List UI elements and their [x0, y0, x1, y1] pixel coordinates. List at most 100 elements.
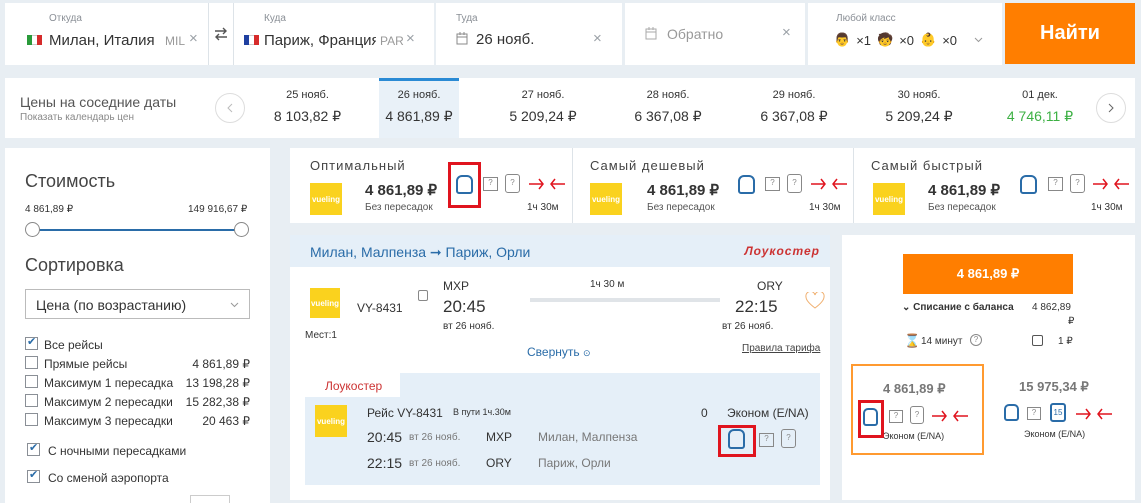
dates-next-button[interactable]: [1096, 93, 1126, 123]
fare-rules-link[interactable]: Правила тарифа: [742, 343, 820, 354]
help-icon[interactable]: ?: [970, 334, 982, 346]
refund-exchange-icon: [1093, 178, 1129, 190]
card-price: 4 861,89 ₽: [928, 182, 1001, 199]
collapse-label: Свернуть: [527, 345, 580, 359]
hidden-input-edge[interactable]: [190, 495, 230, 503]
price-slider-max-handle[interactable]: [234, 222, 249, 237]
suitcase-icon: ?: [505, 174, 520, 193]
search-button[interactable]: Найти: [1005, 3, 1135, 64]
date-price: 8 103,82 ₽: [273, 108, 342, 124]
passengers-class-field[interactable]: Любой класс 👨 ×1 🧒 ×0 👶 ×0: [808, 3, 1002, 65]
filter-option-3stops[interactable]: Максимум 3 пересадки 20 463 ₽: [25, 413, 250, 430]
fare-class: Эконом (E/NA): [1024, 429, 1086, 439]
heart-icon[interactable]: [805, 292, 825, 310]
sort-select[interactable]: Цена (по возрастанию): [25, 289, 250, 319]
date-item[interactable]: 29 нояб. 6 367,08 ₽: [734, 78, 854, 138]
checkbox[interactable]: [27, 441, 40, 456]
fare-class: Эконом (E/NA): [883, 431, 945, 441]
filter-option-1stop[interactable]: Максимум 1 пересадка 13 198,28 ₽: [25, 375, 250, 392]
flight-detail-panel: Лоукостер vueling Рейс VY-8431 В пути 1ч…: [305, 373, 820, 485]
date-label: 29 нояб.: [772, 89, 816, 101]
date-item-selected[interactable]: 26 нояб. 4 861,89 ₽: [379, 78, 459, 138]
option-price: 4 861,89 ₽: [192, 357, 250, 371]
wallet-icon: [1032, 335, 1043, 346]
suitcase-icon: ?: [1070, 174, 1085, 193]
filter-airport-change[interactable]: Со сменой аэропорта: [27, 468, 252, 487]
date-item[interactable]: 01 дек. 4 746,11 ₽: [985, 78, 1095, 138]
flight-duration: 1ч 30 м: [590, 279, 625, 290]
clear-from-icon[interactable]: ×: [189, 30, 198, 47]
checkbox[interactable]: [27, 468, 40, 483]
from-value: Милан, Италия: [49, 32, 155, 49]
backpack-icon: [728, 429, 745, 449]
option-price: 15 282,38 ₽: [185, 395, 250, 409]
card-price: 4 861,89 ₽: [365, 182, 438, 199]
summary-card-cheapest[interactable]: Самый дешевый vueling 4 861,89 ₽ Без пер…: [572, 148, 852, 223]
nearby-dates-title: Цены на соседние даты: [20, 94, 177, 110]
seg-dep-code: MXP: [486, 430, 513, 444]
seg-dep-time: 20:45: [367, 429, 403, 445]
summary-card-optimal[interactable]: Оптимальный vueling 4 861,89 ₽ Без перес…: [290, 148, 570, 223]
clear-to-icon[interactable]: ×: [406, 30, 415, 47]
checkbox[interactable]: [25, 335, 38, 350]
clear-depart-icon[interactable]: ×: [593, 30, 602, 47]
backpack-icon: [456, 175, 473, 194]
passenger-counts: 👨 ×1 🧒 ×0 👶 ×0: [834, 32, 957, 48]
date-item[interactable]: 30 нояб. 5 209,24 ₽: [859, 78, 979, 138]
detail-duration: В пути 1ч.30м: [453, 407, 511, 417]
collapse-link[interactable]: Свернуть ⊙: [527, 345, 591, 359]
to-value: Париж, Франция: [264, 32, 376, 49]
hand-luggage-icon: ?: [765, 177, 780, 191]
seg-dep-city: Милан, Малпенза: [538, 430, 638, 444]
card-duration: 1ч 30м: [527, 202, 559, 213]
balance-row[interactable]: ⌄ Списание с баланса: [902, 302, 1014, 313]
filter-option-all[interactable]: Все рейсы: [25, 335, 250, 354]
sort-value: Цена (по возрастанию): [36, 297, 187, 313]
depart-date-field[interactable]: Туда 26 нояб. ×: [436, 3, 622, 65]
search-to-field[interactable]: Куда Париж, Франция PAR ×: [234, 3, 434, 65]
fare-option-selected[interactable]: 4 861,89 ₽ ? ? Эконом (E/NA): [851, 364, 984, 455]
date-item[interactable]: 25 нояб. 8 103,82 ₽: [245, 78, 370, 138]
route-title: Милан, Малпенза ➞ Париж, Орли: [310, 244, 531, 260]
filter-option-2stops[interactable]: Максимум 2 пересадки 15 282,38 ₽: [25, 394, 250, 411]
chevron-up-icon: ⊙: [582, 348, 591, 358]
dates-prev-button[interactable]: [215, 93, 245, 123]
date-item[interactable]: 27 нояб. 5 209,24 ₽: [483, 78, 603, 138]
card-stops: Без пересадок: [365, 202, 433, 213]
price-calendar-link[interactable]: Показать календарь цен: [20, 112, 134, 123]
fare-option[interactable]: 15 975,34 ₽ ? 15 Эконом (E/NA): [994, 364, 1127, 455]
date-label: 30 нояб.: [897, 89, 941, 101]
refund-exchange-icon: [1076, 408, 1112, 420]
option-price: 13 198,28 ₽: [185, 376, 250, 390]
date-price: 5 209,24 ₽: [509, 108, 577, 124]
suitcase-icon: ?: [781, 429, 796, 448]
price-max: 149 916,67 ₽: [188, 204, 248, 215]
checkbox[interactable]: [25, 375, 38, 388]
to-label: Куда: [264, 13, 286, 24]
hand-luggage-icon: ?: [889, 410, 903, 423]
clear-return-icon[interactable]: ×: [782, 24, 791, 41]
france-flag-icon: [244, 35, 259, 45]
checkbox[interactable]: [25, 413, 38, 426]
date-price: 6 367,08 ₽: [634, 108, 702, 124]
checkbox[interactable]: [25, 394, 38, 407]
airline-logo: vueling: [310, 288, 340, 318]
summary-card-fastest[interactable]: Самый быстрый vueling 4 861,89 ₽ Без пер…: [853, 148, 1135, 223]
return-date-field[interactable]: Обратно ×: [625, 3, 805, 65]
calendar-icon: [645, 27, 657, 40]
checkbox[interactable]: [25, 356, 38, 369]
price-slider-min-handle[interactable]: [25, 222, 40, 237]
filter-option-direct[interactable]: Прямые рейсы 4 861,89 ₽: [25, 356, 250, 373]
search-from-field[interactable]: Откуда Милан, Италия MIL ×: [5, 3, 208, 65]
swap-button[interactable]: [208, 3, 234, 65]
chevron-right-icon: [1108, 103, 1114, 113]
from-label: Откуда: [49, 13, 82, 24]
to-code: PAR: [380, 34, 404, 48]
infants-count: ×0: [942, 32, 958, 48]
swap-arrows-icon: [215, 27, 227, 41]
date-item[interactable]: 28 нояб. 6 367,08 ₽: [608, 78, 728, 138]
hand-luggage-icon: ?: [1048, 177, 1063, 191]
book-price-button[interactable]: 4 861,89 ₽: [903, 254, 1073, 294]
filter-night-transfers[interactable]: С ночными пересадками: [27, 441, 252, 460]
seg-arr-code: ORY: [486, 456, 512, 470]
